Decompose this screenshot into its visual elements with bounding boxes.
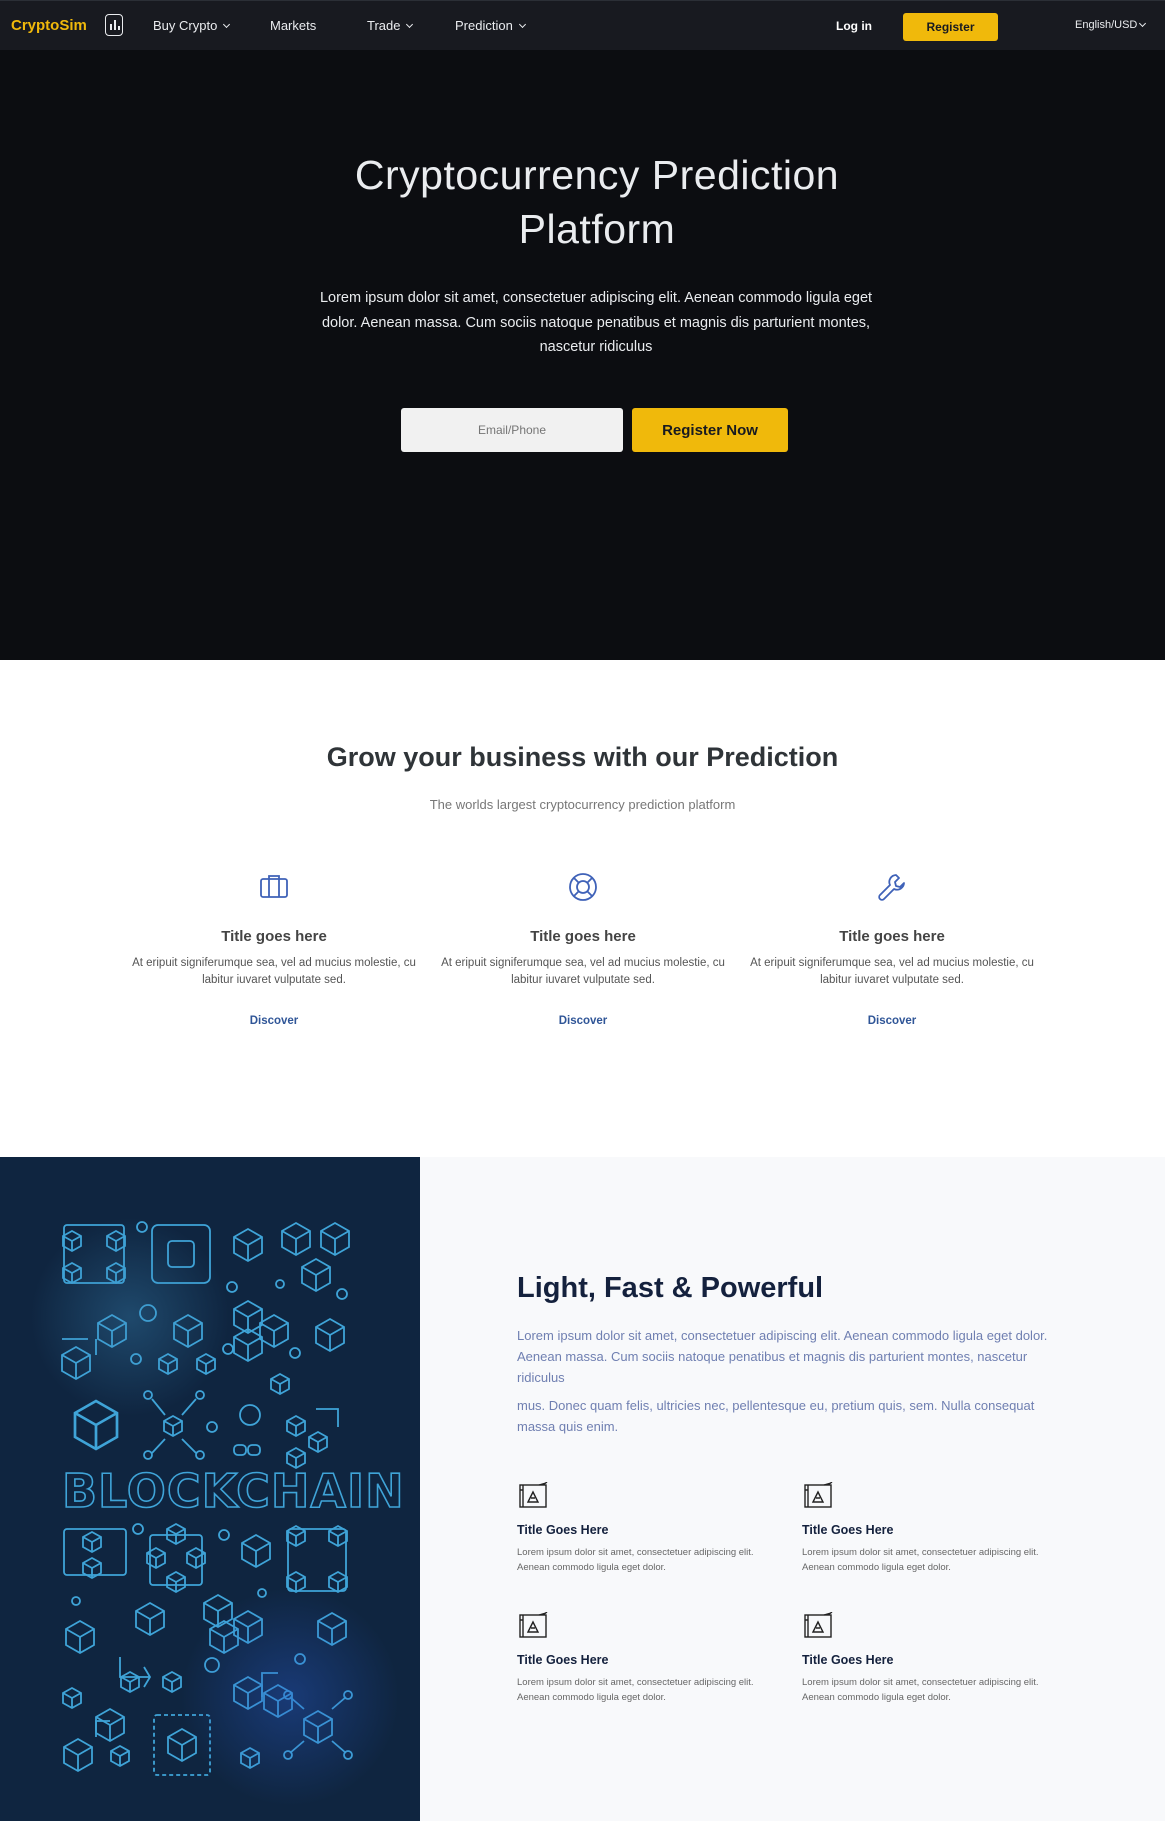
nav-item-label: Buy Crypto (153, 18, 218, 33)
hero-title: Cryptocurrency Prediction Platform (282, 148, 912, 256)
illustration-glow (30, 1217, 230, 1417)
nav-item-label: Trade (367, 18, 401, 33)
chevron-down-icon (518, 20, 526, 28)
nav-item-markets[interactable]: Markets (270, 18, 316, 33)
chart-icon[interactable] (105, 14, 123, 36)
nav-item-trade[interactable]: Trade (367, 18, 414, 33)
feature-text: At eripuit signiferumque sea, vel ad muc… (750, 957, 1034, 986)
discover-link[interactable]: Discover (438, 1015, 728, 1027)
feature-title: Title goes here (530, 928, 636, 945)
feature-item: Title Goes Here Lorem ipsum dolor sit am… (802, 1481, 1062, 1575)
chevron-down-icon (406, 20, 414, 28)
briefcase-icon (257, 870, 291, 904)
feature-text: At eripuit signiferumque sea, vel ad muc… (132, 957, 416, 986)
email-phone-input[interactable] (401, 408, 623, 452)
register-button[interactable]: Register (903, 13, 998, 41)
feature-text: At eripuit signiferumque sea, vel ad muc… (441, 957, 725, 986)
feature-card: Title goes here At eripuit signiferumque… (129, 870, 419, 1027)
hero-section: Cryptocurrency Prediction Platform Lorem… (0, 50, 1165, 660)
wrench-icon (875, 870, 909, 904)
feature-item: Title Goes Here Lorem ipsum dolor sit am… (517, 1481, 777, 1575)
blueprint-icon (802, 1611, 834, 1642)
lifebuoy-icon (566, 870, 600, 904)
nav-item-buy-crypto[interactable]: Buy Crypto (153, 18, 231, 33)
chevron-down-icon (1139, 19, 1147, 28)
discover-link[interactable]: Discover (747, 1015, 1037, 1027)
grow-section-title: Grow your business with our Prediction (326, 742, 839, 772)
nav-item-prediction[interactable]: Prediction (455, 18, 526, 33)
login-link[interactable]: Log in (836, 19, 872, 33)
nav-item-label: Prediction (455, 18, 513, 33)
register-now-button[interactable]: Register Now (632, 408, 788, 452)
chevron-down-icon (223, 20, 231, 28)
brand-logo[interactable]: CryptoSim (11, 17, 87, 34)
nav-item-label: Markets (270, 18, 317, 33)
section-title: Light, Fast & Powerful (517, 1272, 824, 1304)
feature-item-title: Title Goes Here (802, 1523, 894, 1537)
feature-card: Title goes here At eripuit signiferumque… (747, 870, 1037, 1027)
top-navbar: CryptoSim Buy Crypto Markets Trade Predi… (0, 0, 1165, 50)
discover-link[interactable]: Discover (129, 1015, 419, 1027)
feature-item: Title Goes Here Lorem ipsum dolor sit am… (517, 1611, 777, 1705)
feature-item: Title Goes Here Lorem ipsum dolor sit am… (802, 1611, 1062, 1705)
illustration-glow (180, 1587, 400, 1807)
section-paragraph: Lorem ipsum dolor sit amet, consectetuer… (517, 1328, 1048, 1385)
hero-description: Lorem ipsum dolor sit amet, consectetuer… (319, 290, 873, 355)
features-section: Light, Fast & Powerful Lorem ipsum dolor… (420, 1157, 1165, 1821)
blockchain-illustration: BLOCKCHAIN (0, 1157, 420, 1821)
section-paragraph: mus. Donec quam felis, ultricies nec, pe… (517, 1398, 1035, 1434)
feature-item-text: Lorem ipsum dolor sit amet, consectetuer… (517, 1677, 754, 1703)
feature-title: Title goes here (221, 928, 327, 945)
language-label: English/USD (1075, 19, 1138, 31)
grow-section-subtitle: The worlds largest cryptocurrency predic… (429, 797, 736, 812)
svg-text:BLOCKCHAIN: BLOCKCHAIN (62, 1464, 405, 1518)
feature-item-title: Title Goes Here (517, 1653, 609, 1667)
feature-card: Title goes here At eripuit signiferumque… (438, 870, 728, 1027)
feature-title: Title goes here (839, 928, 945, 945)
language-selector[interactable]: English/USD (1075, 19, 1147, 31)
feature-item-text: Lorem ipsum dolor sit amet, consectetuer… (517, 1547, 754, 1573)
feature-item-text: Lorem ipsum dolor sit amet, consectetuer… (802, 1677, 1039, 1703)
hero-title-line: Cryptocurrency Prediction (354, 152, 840, 198)
feature-item-text: Lorem ipsum dolor sit amet, consectetuer… (802, 1547, 1039, 1573)
blueprint-icon (517, 1611, 549, 1642)
blueprint-icon (802, 1481, 834, 1512)
blueprint-icon (517, 1481, 549, 1512)
hero-title-line: Platform (518, 206, 676, 252)
feature-item-title: Title Goes Here (802, 1653, 894, 1667)
feature-item-title: Title Goes Here (517, 1523, 609, 1537)
